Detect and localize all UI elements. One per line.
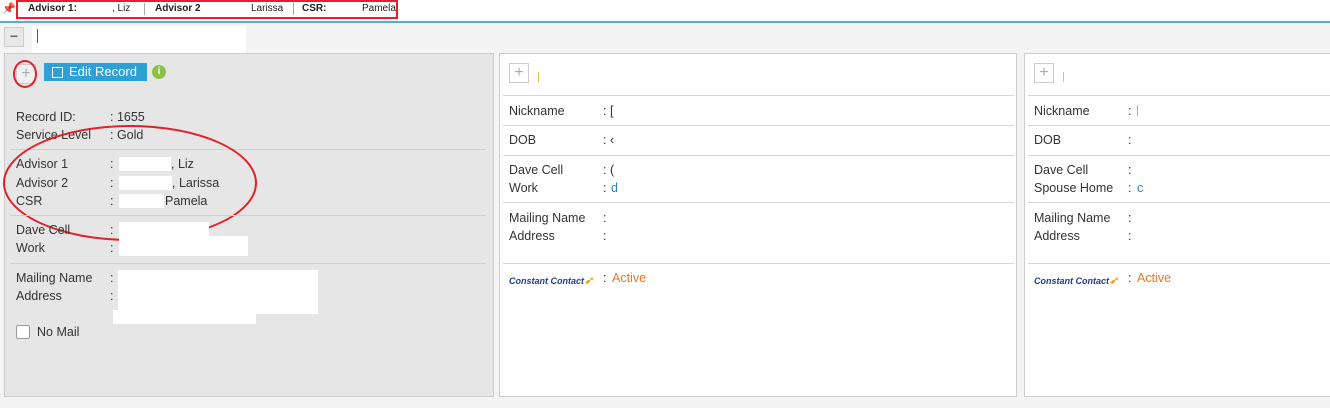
work-label: Work [16, 241, 45, 255]
edit-record-label: Edit Record [69, 64, 137, 79]
nickname-label: Nickname [1034, 104, 1090, 118]
topbar-advisor1-label: Advisor 1: [28, 3, 77, 14]
record-id-label: Record ID: [16, 110, 76, 124]
address-label: Address [16, 289, 62, 303]
redacted-block [118, 270, 318, 314]
nickname-label: Nickname [509, 104, 565, 118]
swoosh-icon: ➶ [584, 275, 594, 287]
colon: : [1128, 163, 1132, 177]
yellow-marker [1063, 72, 1064, 82]
divider [10, 263, 486, 264]
info-icon[interactable]: i [152, 65, 166, 79]
divider [503, 202, 1014, 203]
edit-record-button[interactable]: Edit Record [44, 63, 147, 81]
dob-label: DOB [1034, 133, 1062, 147]
divider [10, 215, 486, 216]
colon: : [110, 289, 114, 303]
topbar-separator [144, 3, 145, 15]
text-cursor [37, 29, 38, 43]
mailing-name-label: Mailing Name [509, 211, 586, 225]
colon: : [1128, 181, 1132, 195]
nickname-value: : [ [603, 104, 614, 118]
topbar-advisor2-label: Advisor 2 [155, 3, 201, 14]
collapse-button[interactable]: − [4, 27, 24, 47]
divider [1028, 155, 1330, 156]
dave-cell-label: Dave Cell [1034, 163, 1089, 177]
work-email-link[interactable]: d [611, 181, 618, 195]
orange-marker [1137, 105, 1138, 116]
status-badge: Active [612, 271, 647, 285]
no-mail-label: No Mail [37, 325, 80, 339]
divider [1028, 263, 1330, 264]
constant-contact-logo: Constant Contact➶ [1034, 275, 1119, 287]
status-badge: Active [1137, 271, 1172, 285]
redacted-block [119, 222, 209, 236]
colon: : [1128, 211, 1132, 225]
add-icon[interactable]: + [509, 63, 529, 83]
spouse-home-link[interactable]: c [1137, 181, 1143, 195]
swoosh-icon: ➶ [1109, 275, 1119, 287]
spouse-home-label: Spouse Home [1034, 181, 1114, 195]
colon: : [603, 229, 607, 243]
mailing-name-label: Mailing Name [1034, 211, 1111, 225]
dave-cell-label: Dave Cell [16, 223, 71, 237]
colon: : [1128, 271, 1132, 285]
topbar-csr-label: CSR: [302, 3, 327, 14]
record-id-value: : 1655 [110, 110, 145, 124]
dob-value: : ‹ [603, 133, 615, 147]
colon: : [1128, 133, 1132, 147]
divider [503, 155, 1014, 156]
topbar-advisor2-value: Larissa [251, 3, 284, 14]
redacted-block [113, 310, 256, 324]
divider [503, 263, 1014, 264]
divider [1028, 202, 1330, 203]
redacted-block [32, 26, 246, 56]
topbar-advisor1-value: , Liz [112, 3, 131, 14]
dave-cell-label: Dave Cell [509, 163, 564, 177]
address-label: Address [1034, 229, 1080, 243]
yellow-marker [538, 72, 539, 82]
mailing-name-label: Mailing Name [16, 271, 93, 285]
dave-cell-value: : ( [603, 163, 615, 177]
colon: : [110, 223, 114, 237]
topbar-csr-value: Pamela [362, 3, 396, 14]
colon: : [1128, 229, 1132, 243]
work-label: Work [509, 181, 538, 195]
colon: : [110, 241, 114, 255]
colon: : [603, 211, 607, 225]
colon: : [110, 271, 114, 285]
divider [503, 125, 1014, 126]
address-label: Address [509, 229, 555, 243]
add-icon[interactable]: + [1034, 63, 1054, 83]
no-mail-checkbox[interactable] [16, 325, 30, 339]
divider [1028, 125, 1330, 126]
pin-icon[interactable]: 📌 [2, 2, 16, 15]
contact-panel-1 [499, 53, 1017, 397]
colon: : [603, 181, 607, 195]
dob-label: DOB [509, 133, 537, 147]
edit-icon [52, 66, 63, 78]
colon: : [1128, 104, 1132, 118]
constant-contact-logo: Constant Contact➶ [509, 275, 594, 287]
annotation-circle [13, 60, 37, 88]
colon: : [603, 271, 607, 285]
redacted-block [119, 236, 248, 256]
topbar-separator [293, 3, 294, 15]
divider [503, 95, 1014, 96]
divider [1028, 95, 1330, 96]
